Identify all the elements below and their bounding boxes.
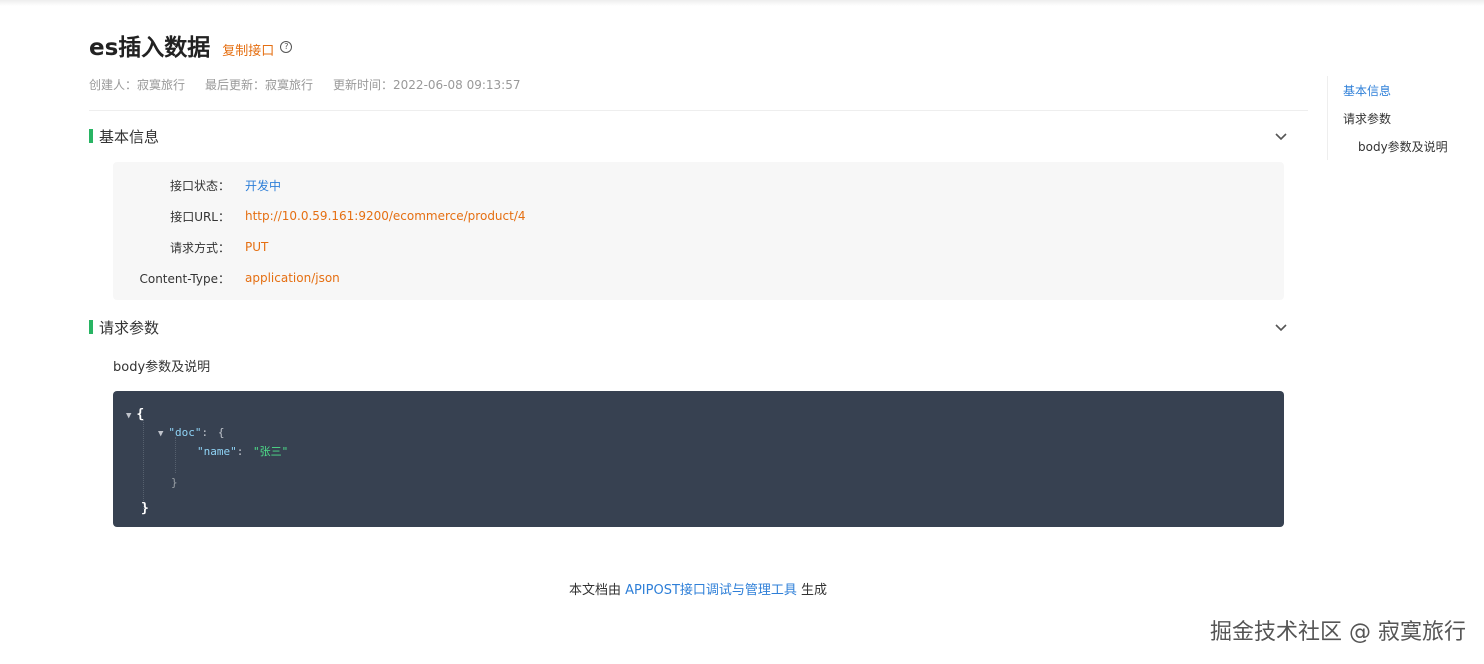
- json-code-viewer: ▼{ ▼ "doc": { "name": "张三" } }: [113, 391, 1284, 527]
- root-open-brace: {: [136, 407, 145, 422]
- url-value[interactable]: http://10.0.59.161:9200/ecommerce/produc…: [245, 209, 526, 223]
- title-row: es插入数据 复制接口 ?: [89, 28, 293, 62]
- update-time-text: 更新时间：2022-06-08 09:13:57: [333, 78, 521, 92]
- watermark: 掘金技术社区 @ 寂寞旅行: [1210, 620, 1466, 645]
- colon: :: [201, 426, 209, 439]
- indent-guide: [175, 437, 176, 473]
- footer-prefix: 本文档由: [568, 583, 626, 598]
- status-label: 接口状态：: [169, 178, 230, 193]
- divider: [89, 110, 1308, 111]
- content-type-value: application/json: [245, 271, 340, 285]
- body-params-title: body参数及说明: [113, 360, 211, 375]
- last-update-text: 最后更新：寂寞旅行: [205, 78, 314, 92]
- doc-key: "doc": [168, 426, 202, 439]
- basic-info-panel: 接口状态： 开发中 接口URL： http://10.0.59.161:9200…: [113, 162, 1284, 300]
- top-shadow: [0, 0, 1484, 6]
- code-line-root-close: }: [141, 497, 149, 516]
- creator-text: 创建人：寂寞旅行: [89, 78, 186, 92]
- doc-open-brace: {: [217, 426, 225, 439]
- section-header-request-params[interactable]: 请求参数: [89, 315, 1289, 339]
- collapse-triangle-icon[interactable]: ▼: [158, 429, 163, 439]
- code-line-doc-close: }: [171, 471, 178, 490]
- indent-guide: [143, 419, 144, 509]
- chevron-down-icon[interactable]: [1273, 128, 1289, 144]
- name-key: "name": [197, 445, 237, 458]
- collapse-triangle-icon[interactable]: ▼: [126, 411, 131, 421]
- code-line-doc: ▼ "doc": {: [158, 421, 224, 440]
- footer-apipost-link[interactable]: APIPOST接口调试与管理工具: [625, 583, 797, 598]
- footer: 本文档由 APIPOST接口调试与管理工具 生成: [0, 579, 1396, 598]
- section-title-request-params: 请求参数: [99, 318, 160, 337]
- sidenav-item-body-params[interactable]: body参数及说明: [1358, 138, 1448, 155]
- info-row-status: 接口状态： 开发中: [113, 175, 1284, 195]
- info-row-content-type: Content-Type： application/json: [113, 268, 1284, 288]
- footer-suffix: 生成: [796, 583, 828, 598]
- section-title-basic-info: 基本信息: [99, 127, 160, 146]
- code-line-name: "name": "张三": [197, 440, 288, 459]
- sidenav-item-request-params[interactable]: 请求参数: [1343, 110, 1391, 127]
- page-title: es插入数据: [89, 35, 211, 61]
- sidenav-item-basic-info[interactable]: 基本信息: [1343, 82, 1391, 99]
- question-circle-icon[interactable]: ?: [280, 41, 293, 53]
- status-value: 开发中: [245, 178, 282, 193]
- method-value: PUT: [245, 240, 269, 254]
- section-header-basic-info[interactable]: 基本信息: [89, 124, 1289, 148]
- info-row-url: 接口URL： http://10.0.59.161:9200/ecommerce…: [113, 206, 1284, 226]
- doc-close-brace: }: [171, 476, 178, 489]
- side-navigation: 基本信息 请求参数 body参数及说明: [1327, 76, 1478, 160]
- section-accent-bar: [89, 129, 93, 143]
- method-label: 请求方式：: [169, 240, 230, 255]
- code-line-root-open: ▼{: [126, 403, 144, 422]
- content-type-label: Content-Type：: [139, 271, 230, 286]
- info-row-method: 请求方式： PUT: [113, 237, 1284, 257]
- meta-row: 创建人：寂寞旅行 最后更新：寂寞旅行 更新时间：2022-06-08 09:13…: [89, 76, 520, 93]
- root-close-brace: }: [141, 501, 149, 516]
- section-accent-bar: [89, 320, 93, 334]
- url-label: 接口URL：: [170, 209, 230, 224]
- colon: :: [236, 445, 244, 458]
- chevron-down-icon[interactable]: [1273, 319, 1289, 335]
- name-value: "张三": [253, 445, 289, 458]
- copy-interface-link[interactable]: 复制接口: [222, 40, 274, 59]
